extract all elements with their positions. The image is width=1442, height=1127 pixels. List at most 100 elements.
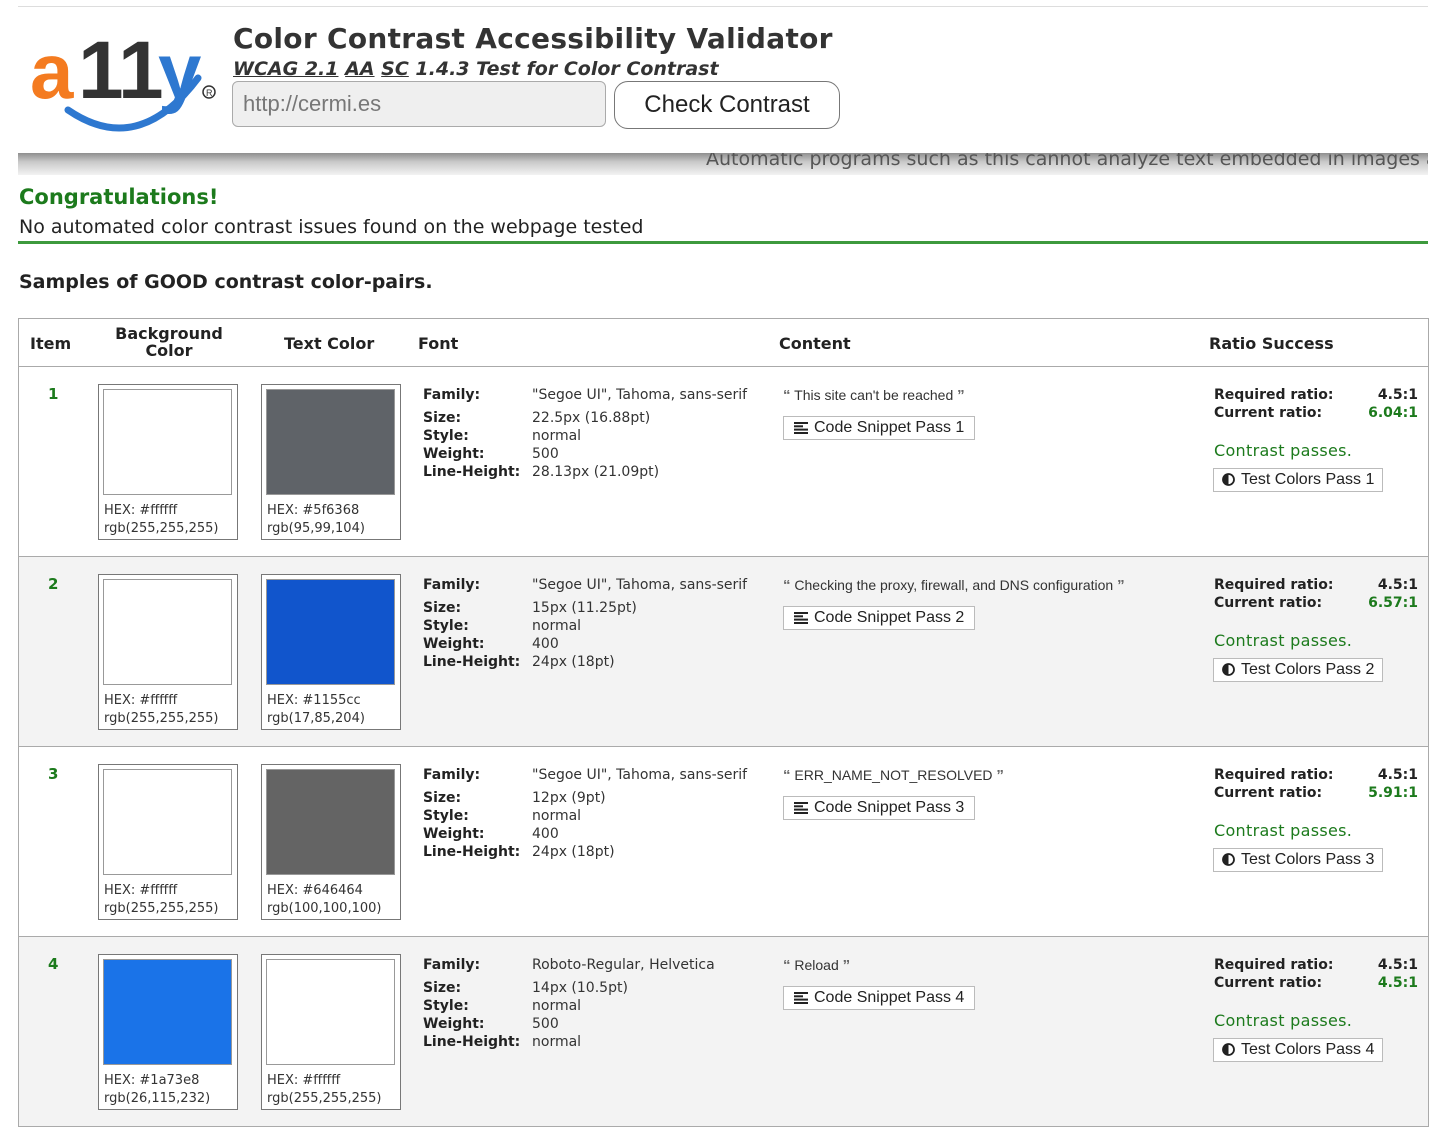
text-swatch: HEX: #646464 rgb(100,100,100) <box>261 764 401 920</box>
font-weight-value: 500 <box>532 1016 559 1032</box>
result-message: No automated color contrast issues found… <box>19 216 644 238</box>
align-left-icon <box>794 422 808 434</box>
test-colors-button[interactable]: Test Colors Pass 1 <box>1213 468 1384 492</box>
content-text: Reload <box>794 957 839 973</box>
svg-text:a: a <box>30 27 74 115</box>
header-item: Item <box>30 334 72 353</box>
required-ratio-label: Required ratio: <box>1214 387 1334 403</box>
quote-close-icon: ” <box>957 387 965 404</box>
content-quote: “ Reload ” <box>783 957 850 974</box>
app-header: a 1 1 y R Color Contrast Accessibility V… <box>18 8 1428 154</box>
text-color-fill <box>266 579 395 685</box>
quote-open-icon: “ <box>783 767 791 784</box>
a11y-logo: a 1 1 y R <box>30 25 216 132</box>
test-colors-label: Test Colors Pass 3 <box>1241 851 1375 868</box>
url-input[interactable] <box>232 81 606 127</box>
header-font: Font <box>418 334 459 353</box>
text-rgb: rgb(100,100,100) <box>267 901 382 916</box>
header-ratio-success: Ratio Success <box>1209 334 1334 353</box>
current-ratio-label: Current ratio: <box>1214 595 1323 611</box>
font-style-label: Style: <box>423 998 469 1014</box>
table-body: 1 HEX: #ffffff rgb(255,255,255) HEX: #5f… <box>19 367 1428 1127</box>
font-style-value: normal <box>532 428 582 444</box>
info-bar: Automatic programs such as this cannot a… <box>18 153 1428 175</box>
current-ratio-label: Current ratio: <box>1214 785 1323 801</box>
background-rgb: rgb(26,115,232) <box>104 1091 211 1106</box>
font-family-label: Family: <box>423 957 481 973</box>
subtitle-sc[interactable]: SC <box>381 58 409 80</box>
adjust-icon <box>1222 473 1235 486</box>
font-style-label: Style: <box>423 428 469 444</box>
background-hex: HEX: #ffffff <box>104 693 178 708</box>
page-subtitle: WCAG 2.1 AA SC 1.4.3 Test for Color Cont… <box>233 58 719 80</box>
required-ratio-label: Required ratio: <box>1214 577 1334 593</box>
adjust-icon <box>1222 663 1235 676</box>
code-snippet-button[interactable]: Code Snippet Pass 2 <box>783 606 976 630</box>
background-color-fill <box>103 959 232 1065</box>
line-height-label: Line-Height: <box>423 844 521 860</box>
required-ratio-value: 4.5:1 <box>1377 577 1418 593</box>
line-height-label: Line-Height: <box>423 654 521 670</box>
check-contrast-button[interactable]: Check Contrast <box>614 81 840 129</box>
current-ratio-label: Current ratio: <box>1214 405 1323 421</box>
page-title: Color Contrast Accessibility Validator <box>233 22 833 55</box>
background-hex: HEX: #1a73e8 <box>104 1073 200 1088</box>
item-number: 2 <box>48 575 59 593</box>
text-color-fill <box>266 959 395 1065</box>
item-number: 4 <box>48 955 59 973</box>
header-text-color: Text Color <box>284 334 375 353</box>
background-hex: HEX: #ffffff <box>104 503 178 518</box>
font-size-label: Size: <box>423 410 462 426</box>
font-family-value: "Segoe UI", Tahoma, sans-serif <box>532 577 748 593</box>
header-content: Content <box>779 334 851 353</box>
marquee-text: Automatic programs such as this cannot a… <box>706 153 1428 170</box>
line-height-value: 24px (18pt) <box>532 844 615 860</box>
result-divider <box>18 241 1428 244</box>
test-colors-button[interactable]: Test Colors Pass 4 <box>1213 1038 1384 1062</box>
font-weight-label: Weight: <box>423 826 485 842</box>
text-hex: HEX: #ffffff <box>267 1073 341 1088</box>
code-snippet-label: Code Snippet Pass 4 <box>814 989 965 1006</box>
background-color-fill <box>103 389 232 495</box>
text-swatch: HEX: #ffffff rgb(255,255,255) <box>261 954 401 1110</box>
code-snippet-button[interactable]: Code Snippet Pass 4 <box>783 986 976 1010</box>
adjust-icon <box>1222 1043 1235 1056</box>
contrast-passes-text: Contrast passes. <box>1214 1011 1353 1030</box>
current-ratio-value: 5.91:1 <box>1368 785 1418 801</box>
text-rgb: rgb(17,85,204) <box>267 711 365 726</box>
font-style-value: normal <box>532 998 582 1014</box>
content-quote: “ ERR_NAME_NOT_RESOLVED ” <box>783 767 1004 784</box>
code-snippet-button[interactable]: Code Snippet Pass 1 <box>783 416 976 440</box>
required-ratio-label: Required ratio: <box>1214 767 1334 783</box>
content-text: This site can't be reached <box>794 387 954 403</box>
test-colors-button[interactable]: Test Colors Pass 3 <box>1213 848 1384 872</box>
font-weight-label: Weight: <box>423 446 485 462</box>
font-size-value: 12px (9pt) <box>532 790 606 806</box>
font-weight-value: 500 <box>532 446 559 462</box>
svg-text:R: R <box>206 88 213 98</box>
code-snippet-button[interactable]: Code Snippet Pass 3 <box>783 796 976 820</box>
test-colors-button[interactable]: Test Colors Pass 2 <box>1213 658 1384 682</box>
text-rgb: rgb(95,99,104) <box>267 521 365 536</box>
subtitle-aa[interactable]: AA <box>345 58 374 80</box>
quote-open-icon: “ <box>783 577 791 594</box>
table-header: Item Background Color Text Color Font Co… <box>19 319 1428 367</box>
background-hex: HEX: #ffffff <box>104 883 178 898</box>
background-swatch: HEX: #1a73e8 rgb(26,115,232) <box>98 954 238 1110</box>
svg-text:y: y <box>158 27 201 115</box>
text-hex: HEX: #1155cc <box>267 693 361 708</box>
font-weight-value: 400 <box>532 636 559 652</box>
text-hex: HEX: #5f6368 <box>267 503 360 518</box>
font-size-label: Size: <box>423 790 462 806</box>
font-family-value: "Segoe UI", Tahoma, sans-serif <box>532 387 748 403</box>
item-number: 3 <box>48 765 59 783</box>
svg-text:1: 1 <box>118 25 164 116</box>
test-colors-label: Test Colors Pass 1 <box>1241 471 1375 488</box>
text-color-fill <box>266 389 395 495</box>
line-height-label: Line-Height: <box>423 464 521 480</box>
current-ratio-value: 4.5:1 <box>1377 975 1418 991</box>
code-snippet-label: Code Snippet Pass 2 <box>814 609 965 626</box>
quote-close-icon: ” <box>1117 577 1125 594</box>
background-swatch: HEX: #ffffff rgb(255,255,255) <box>98 764 238 920</box>
subtitle-wcag[interactable]: WCAG 2.1 <box>233 58 338 80</box>
